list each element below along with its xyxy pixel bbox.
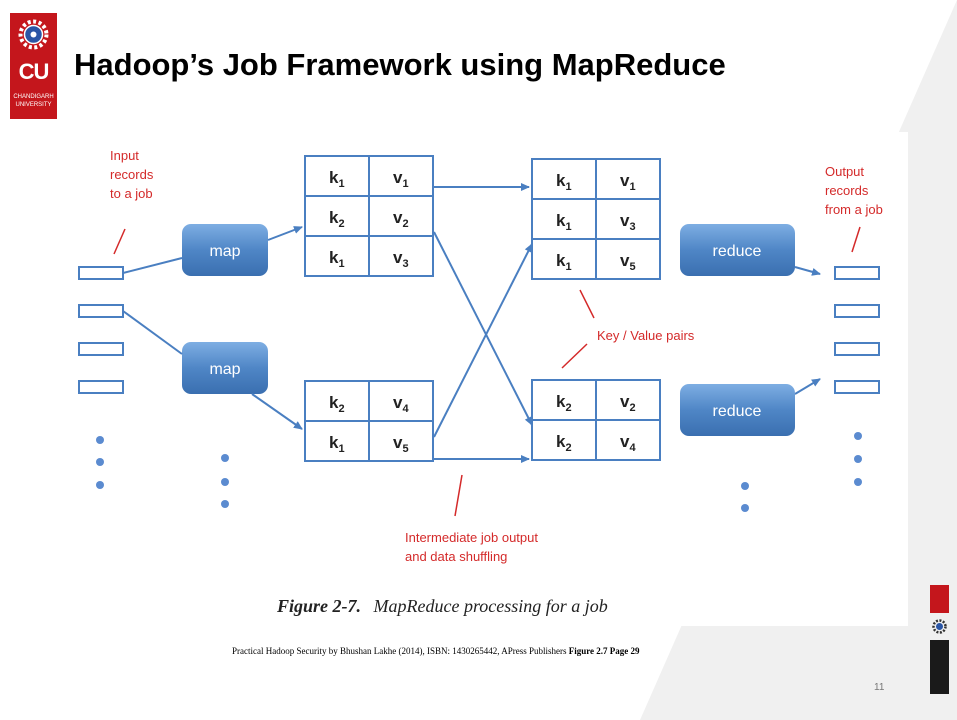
intermediate-label-line-1: Intermediate job output <box>405 530 538 545</box>
logo-text: CU <box>18 59 50 84</box>
input-pointer-line <box>113 228 126 255</box>
side-accent-red <box>930 585 949 613</box>
map-node-1: map <box>182 224 268 276</box>
map-label: map <box>209 361 240 378</box>
map-output-table-2: k2 v4k1 v5 <box>304 380 434 462</box>
output-record <box>834 380 880 394</box>
mapreduce-figure: Input records to a job map map k1 v1 k2 … <box>62 132 908 626</box>
reduce-label: reduce <box>713 243 762 260</box>
output-ellipsis-dots <box>854 432 862 486</box>
input-label-line-1: Input <box>110 148 139 163</box>
output-records <box>834 266 880 394</box>
output-label-line-1: Output <box>825 164 864 179</box>
reduce-node-1: reduce <box>680 224 795 276</box>
input-record <box>78 380 124 394</box>
citation-bold: Figure 2.7 Page 29 <box>568 646 640 656</box>
kv-pairs-label: Key / Value pairs <box>597 328 695 343</box>
input-record <box>78 266 124 280</box>
map-node-2: map <box>182 342 268 394</box>
reduce-label: reduce <box>713 403 762 420</box>
output-record <box>834 304 880 318</box>
input-label-line-3: to a job <box>110 186 153 201</box>
output-pointer-line <box>851 226 861 253</box>
kv-pointer-line-upper <box>579 289 595 319</box>
output-record <box>834 342 880 356</box>
output-label-line-2: records <box>825 183 869 198</box>
caption-text: MapReduce processing for a job <box>373 596 608 616</box>
logo-subtext-line-2: UNIVERSITY <box>15 102 52 108</box>
kv-pointer-line-lower <box>561 343 588 369</box>
logo-subtext-line-1: CHANDIGARH <box>13 94 54 100</box>
input-record <box>78 304 124 318</box>
map-output-table-1: k1 v1k2 v2k1 v3 <box>304 155 434 277</box>
slide-title: Hadoop’s Job Framework using MapReduce <box>74 47 726 82</box>
side-accent-black <box>930 640 949 694</box>
input-ellipsis-dots <box>96 436 104 489</box>
reduce-input-table-1: k1 v1k1 v3k1 v5 <box>531 158 661 280</box>
page-number: 11 <box>874 682 885 693</box>
intermediate-label-line-2: and data shuffling <box>405 549 507 564</box>
reduce-ellipsis-dots <box>741 482 749 512</box>
reduce-node-2: reduce <box>680 384 795 436</box>
input-records <box>78 266 124 394</box>
university-logo: CU CHANDIGARH UNIVERSITY <box>10 13 57 119</box>
mapreduce-diagram: Input records to a job map map k1 v1k2 v… <box>78 148 883 616</box>
citation: Practical Hadoop Security by Bhushan Lak… <box>232 646 640 656</box>
map-label: map <box>209 243 240 260</box>
output-annotation: Output records from a job <box>825 164 883 217</box>
gear-emblem-icon <box>18 19 49 50</box>
input-label-line-2: records <box>110 167 154 182</box>
input-annotation: Input records to a job <box>110 148 154 201</box>
small-gear-icon <box>932 619 947 634</box>
output-label-line-3: from a job <box>825 202 883 217</box>
kv-tables: k1 v1k2 v2k1 v3 k2 v4k1 v5 k1 v1k1 v3k1 v5 k2 v2k2 v4 <box>304 155 661 462</box>
citation-text: Practical Hadoop Security by Bhushan Lak… <box>232 646 569 656</box>
caption-number: Figure 2-7. <box>276 596 361 616</box>
reduce-input-table-2: k2 v2k2 v4 <box>531 379 661 461</box>
logo-subtext: CHANDIGARH UNIVERSITY <box>10 93 57 109</box>
intermediate-annotation: Intermediate job output and data shuffli… <box>405 530 538 564</box>
input-record <box>78 342 124 356</box>
map-ellipsis-dots <box>221 454 229 508</box>
figure-caption: Figure 2-7. MapReduce processing for a j… <box>276 596 608 616</box>
output-record <box>834 266 880 280</box>
intermediate-pointer-line <box>454 474 463 517</box>
